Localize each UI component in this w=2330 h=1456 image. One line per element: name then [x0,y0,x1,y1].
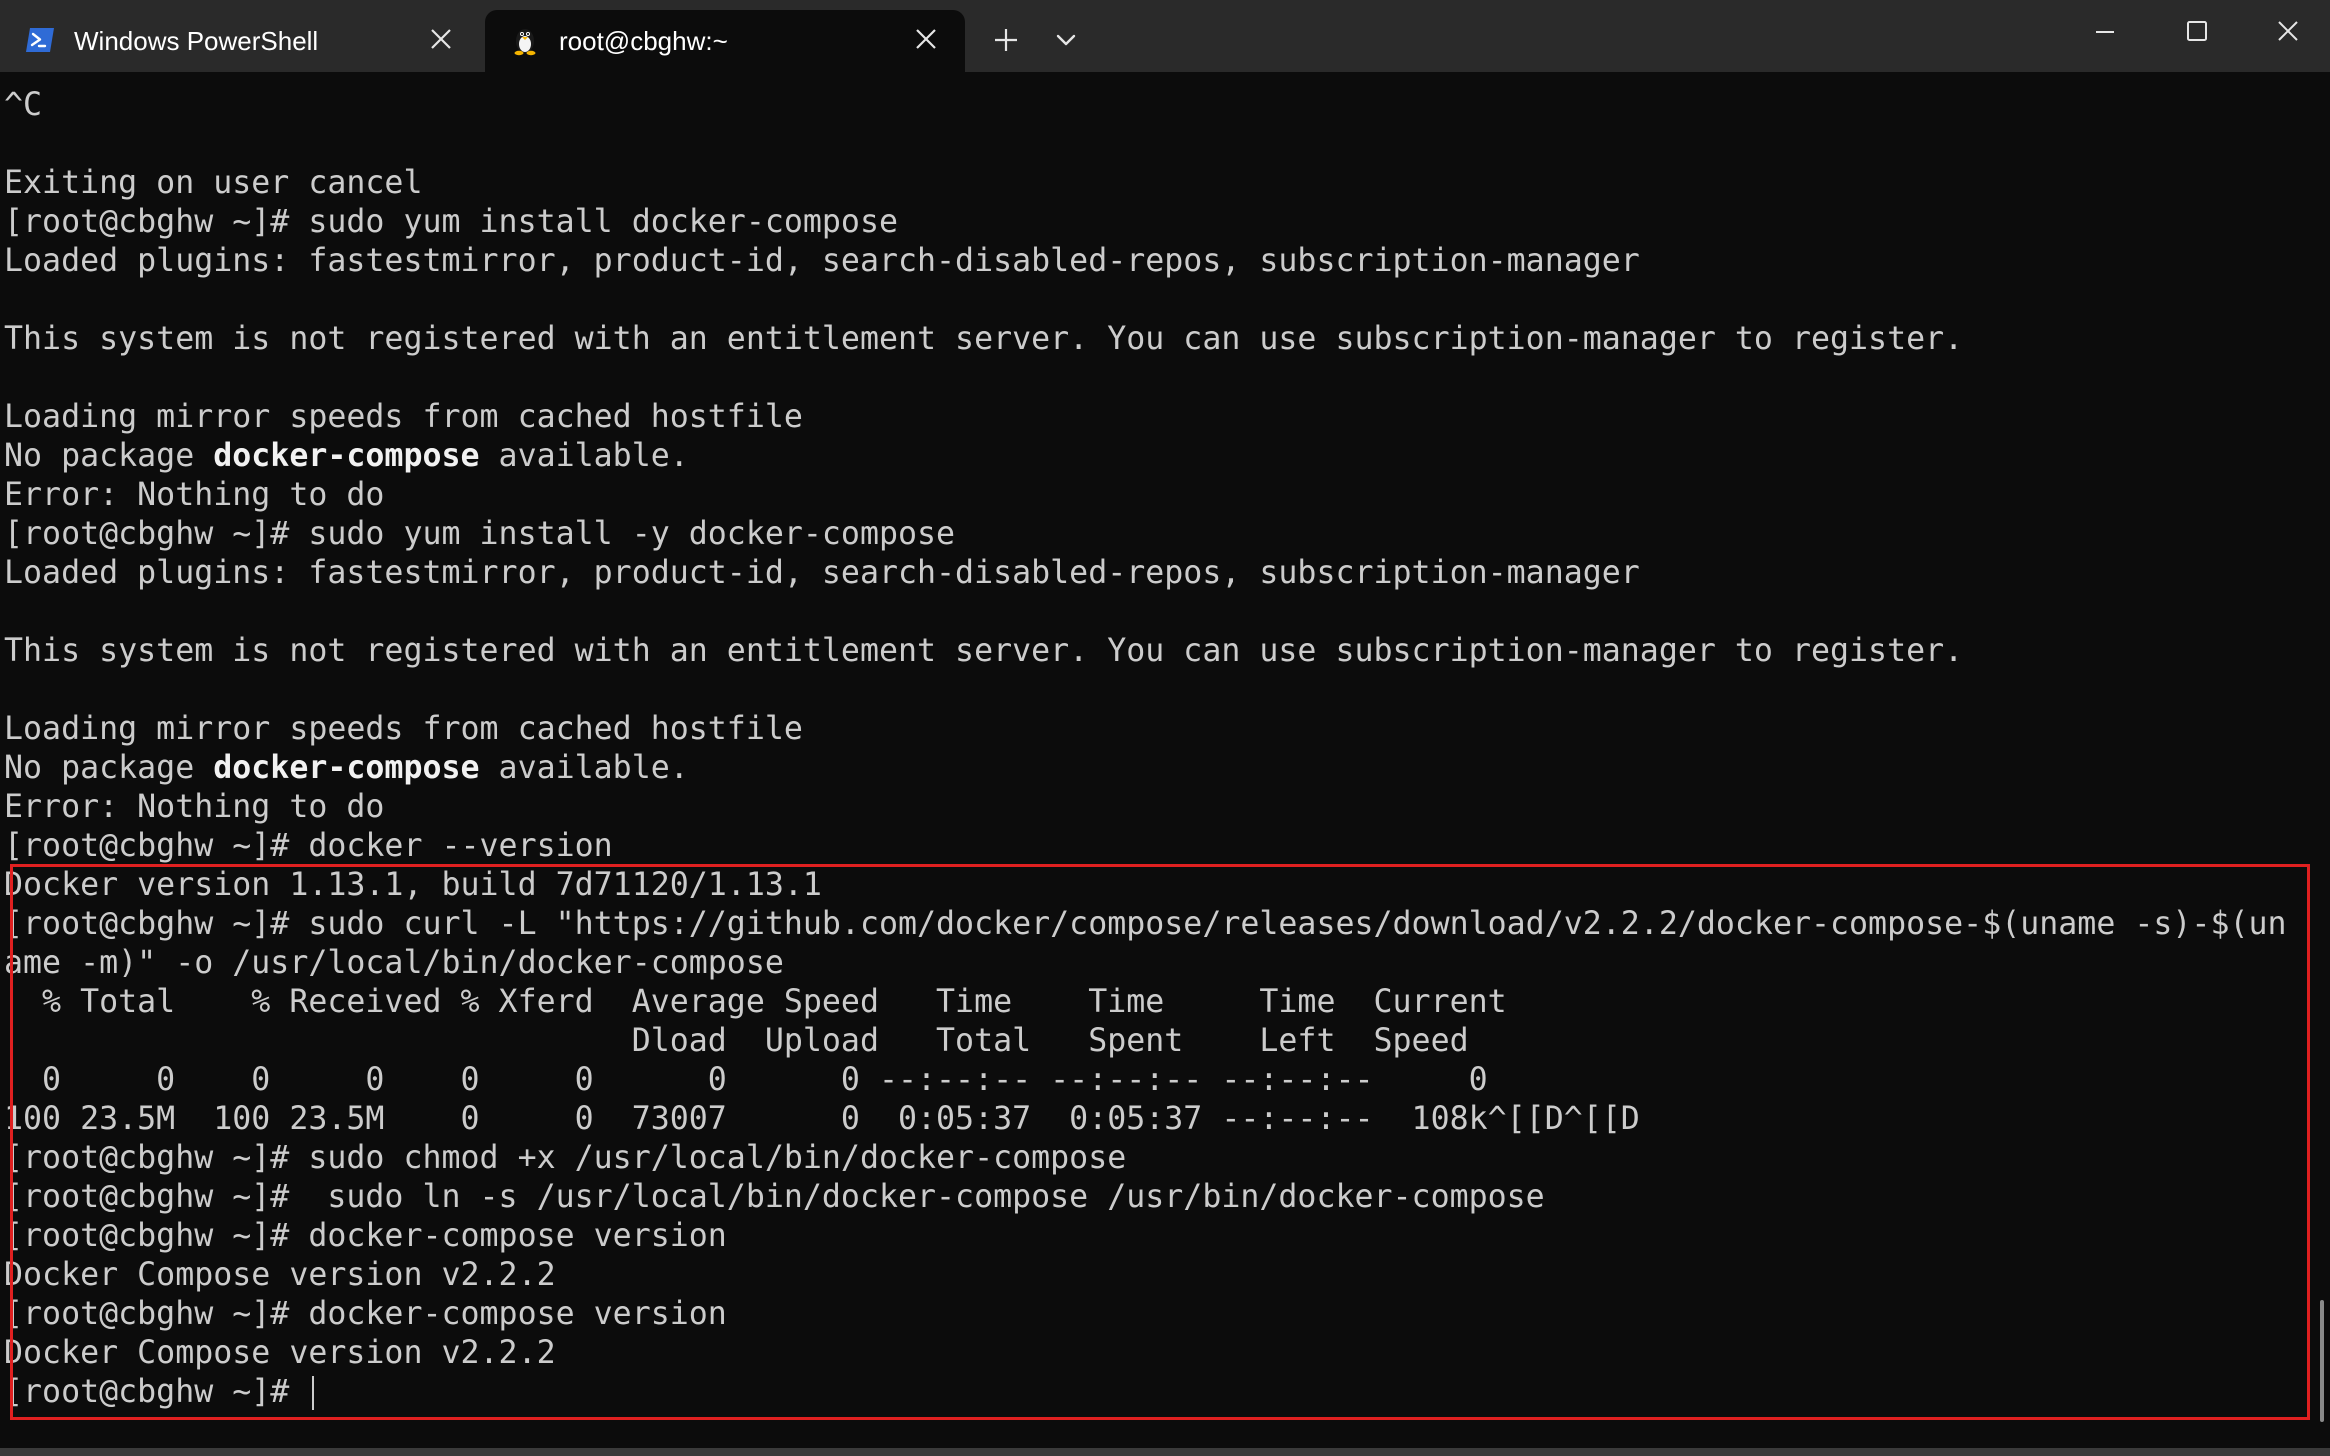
window-bottom-edge [0,1448,2330,1456]
terminal-line: [root@cbghw ~]# sudo yum install -y dock… [4,515,2287,554]
terminal-line-text: This system is not registered with an en… [4,633,1964,669]
terminal-line-text: Loading mirror speeds from cached hostfi… [4,711,803,747]
scrollbar-thumb[interactable] [2320,1300,2324,1422]
terminal-line-text: Docker version 1.13.1, build 7d71120/1.1… [4,867,822,903]
terminal-line: Dload Upload Total Spent Left Speed [4,1022,2287,1061]
terminal-line-text: 100 23.5M 100 23.5M 0 0 73007 0 0:05:37 … [4,1101,1640,1137]
terminal-line-text: [root@cbghw ~]# sudo yum install -y dock… [4,516,956,552]
terminal-line-text: ame -m)" -o /usr/local/bin/docker-compos… [4,945,784,981]
terminal-line: This system is not registered with an en… [4,632,2287,671]
terminal-line: Docker version 1.13.1, build 7d71120/1.1… [4,866,2287,905]
terminal-line: ame -m)" -o /usr/local/bin/docker-compos… [4,944,2287,983]
chevron-down-icon[interactable] [1046,20,1086,60]
terminal-line-text: [root@cbghw ~]# docker-compose version [4,1218,727,1254]
terminal-line: Loaded plugins: fastestmirror, product-i… [4,242,2287,281]
terminal-line-text: Loading mirror speeds from cached hostfi… [4,399,803,435]
tab-root-cbghw[interactable]: root@cbghw:~ [485,10,965,72]
terminal-line-text: [root@cbghw ~]# sudo curl -L "https://gi… [4,906,2287,942]
terminal-line-text: % Total % Received % Xferd Average Speed… [4,984,1507,1020]
terminal-line-text: [root@cbghw ~]# sudo chmod +x /usr/local… [4,1140,1127,1176]
terminal-line-text: [root@cbghw ~]# sudo yum install docker-… [4,204,898,240]
scrollbar[interactable] [2316,72,2330,1456]
close-icon[interactable] [913,26,939,52]
terminal-output: ^C Exiting on user cancel [root@cbghw ~]# … [4,86,2287,1412]
close-icon[interactable] [428,26,454,52]
terminal-line-text: Error: Nothing to do [4,477,385,513]
tab-title: root@cbghw:~ [559,26,728,56]
terminal-line: Loading mirror speeds from cached hostfi… [4,710,2287,749]
package-name: docker-compose [213,750,480,786]
terminal-line-text: Loaded plugins: fastestmirror, product-i… [4,555,1640,591]
terminal-line-text: [root@cbghw ~]# docker-compose version [4,1296,727,1332]
terminal-window: Windows PowerShell root@cbghw:~ ^C Exiti… [0,0,2330,1456]
terminal-line-text: Loaded plugins: fastestmirror, product-i… [4,243,1640,279]
terminal-line: ^C [4,86,2287,125]
terminal-line-text: [root@cbghw ~]# sudo ln -s /usr/local/bi… [4,1179,1545,1215]
terminal-line: Error: Nothing to do [4,476,2287,515]
terminal-line: Loading mirror speeds from cached hostfi… [4,398,2287,437]
new-tab-icon[interactable] [986,20,1026,60]
terminal-line: Docker Compose version v2.2.2 [4,1334,2287,1373]
terminal-line: [root@cbghw ~]# [4,1373,2287,1412]
terminal-line: [root@cbghw ~]# sudo yum install docker-… [4,203,2287,242]
terminal-line: No package docker-compose available. [4,437,2287,476]
text-cursor [312,1376,315,1410]
terminal-line: Exiting on user cancel [4,164,2287,203]
terminal-line: Docker Compose version v2.2.2 [4,1256,2287,1295]
terminal-line-text: Dload Upload Total Spent Left Speed [4,1023,1469,1059]
tab-windows-powershell[interactable]: Windows PowerShell [0,10,480,72]
terminal-line-text: No package [4,750,214,786]
terminal-line: Loaded plugins: fastestmirror, product-i… [4,554,2287,593]
minimize-icon[interactable] [2075,8,2135,54]
terminal-line-text: [root@cbghw ~]# [4,1374,309,1410]
package-name: docker-compose [213,438,480,474]
terminal-line-text: available. [479,750,689,786]
terminal-line-text: ^C [4,87,43,123]
tab-bar: Windows PowerShell root@cbghw:~ [0,0,2330,72]
terminal-line-text: No package [4,438,214,474]
close-icon[interactable] [2258,8,2318,54]
terminal-line-text: Error: Nothing to do [4,789,385,825]
terminal-line: 100 23.5M 100 23.5M 0 0 73007 0 0:05:37 … [4,1100,2287,1139]
maximize-icon[interactable] [2167,8,2227,54]
terminal-line: Error: Nothing to do [4,788,2287,827]
terminal-line: This system is not registered with an en… [4,320,2287,359]
terminal-line: [root@cbghw ~]# sudo curl -L "https://gi… [4,905,2287,944]
terminal-line-text: Exiting on user cancel [4,165,423,201]
terminal-line-text: This system is not registered with an en… [4,321,1964,357]
terminal-line-text: Docker Compose version v2.2.2 [4,1335,556,1371]
powershell-icon [26,28,54,52]
terminal-line-text: Docker Compose version v2.2.2 [4,1257,556,1293]
terminal-line: [root@cbghw ~]# docker-compose version [4,1295,2287,1334]
terminal-line: [root@cbghw ~]# sudo ln -s /usr/local/bi… [4,1178,2287,1217]
terminal-line: [root@cbghw ~]# docker --version [4,827,2287,866]
terminal-line-text: 0 0 0 0 0 0 0 0 --:--:-- --:--:-- --:--:… [4,1062,1488,1098]
terminal-line: % Total % Received % Xferd Average Speed… [4,983,2287,1022]
linux-penguin-icon [514,29,536,56]
terminal-line-text: available. [479,438,689,474]
terminal-line: No package docker-compose available. [4,749,2287,788]
terminal-line: [root@cbghw ~]# docker-compose version [4,1217,2287,1256]
terminal-pane[interactable]: ^C Exiting on user cancel [root@cbghw ~]# … [0,72,2310,1456]
terminal-line: [root@cbghw ~]# sudo chmod +x /usr/local… [4,1139,2287,1178]
tab-title: Windows PowerShell [74,26,319,56]
terminal-line: 0 0 0 0 0 0 0 0 --:--:-- --:--:-- --:--:… [4,1061,2287,1100]
terminal-line-text: [root@cbghw ~]# docker --version [4,828,613,864]
